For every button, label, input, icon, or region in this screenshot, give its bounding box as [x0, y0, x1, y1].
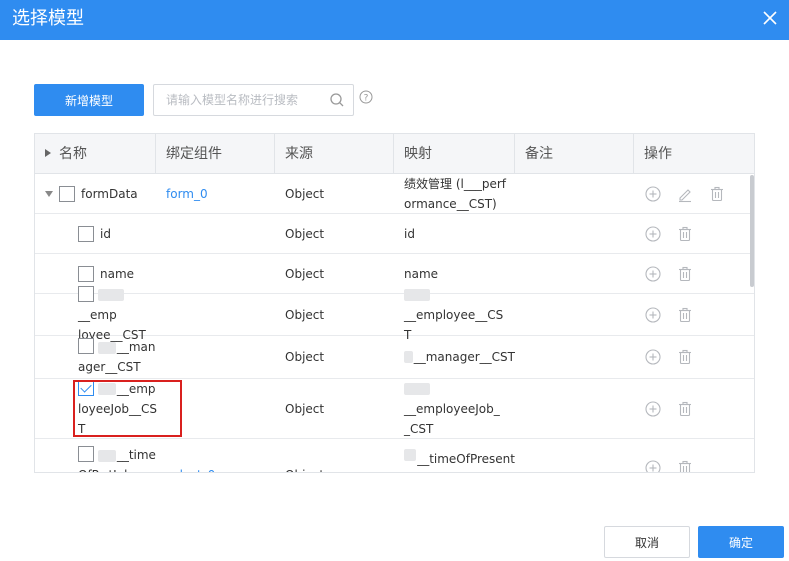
delete-icon[interactable]: [676, 265, 694, 283]
row-source: Object: [285, 465, 324, 472]
masked-text: [97, 341, 116, 354]
header-remark: 备注: [515, 134, 634, 174]
delete-icon[interactable]: [676, 400, 694, 418]
highlight-box: [73, 380, 182, 437]
row-mapping: 绩效管理 (l___perf: [404, 176, 506, 191]
add-icon[interactable]: [644, 400, 662, 418]
row-source: Object: [285, 350, 325, 364]
header-component: 绑定组件: [156, 134, 275, 174]
row-name: OfP...tJob: [78, 465, 156, 472]
table-row: id Object id: [35, 214, 754, 254]
row-mapping: __employeeJob_: [404, 401, 500, 416]
header-mapping: 映射: [394, 134, 515, 174]
add-icon[interactable]: [644, 185, 662, 203]
confirm-button[interactable]: 确定: [698, 526, 784, 558]
row-mapping: name: [404, 266, 439, 281]
dialog-titlebar: 选择模型: [0, 0, 789, 40]
masked-text: [97, 289, 124, 301]
row-name: formData: [81, 186, 138, 201]
add-icon[interactable]: [644, 459, 662, 473]
masked-text: [97, 449, 116, 462]
delete-icon[interactable]: [676, 225, 694, 243]
row-name: name: [100, 266, 135, 281]
row-checkbox[interactable]: [78, 265, 94, 282]
delete-icon[interactable]: [708, 185, 726, 203]
row-name: __time: [116, 448, 156, 462]
table-row: formData form_0 Object 绩效管理 (l___perf or…: [35, 174, 754, 214]
header-name[interactable]: 名称: [35, 134, 156, 174]
cancel-button[interactable]: 取消: [604, 526, 690, 558]
row-checkbox[interactable]: [78, 338, 94, 354]
row-mapping: __manager__CST: [413, 350, 515, 364]
row-checkbox[interactable]: [78, 285, 94, 302]
masked-text: [404, 383, 430, 395]
component-link[interactable]: select_0: [166, 465, 215, 472]
search-box[interactable]: [153, 84, 354, 116]
row-checkbox[interactable]: [78, 446, 94, 462]
row-checkbox[interactable]: [59, 185, 75, 202]
masked-text: [404, 449, 417, 461]
search-icon[interactable]: [329, 92, 345, 108]
row-source: Object: [285, 401, 325, 416]
table-header: 名称 绑定组件 来源 映射 备注 操作: [35, 134, 754, 174]
edit-icon[interactable]: [676, 185, 694, 203]
close-icon[interactable]: [761, 9, 779, 27]
table-row: __emp loyee__CST Object __employee__CS T: [35, 285, 754, 342]
header-actions: 操作: [644, 146, 672, 162]
row-mapping: _CST: [404, 421, 434, 436]
search-input[interactable]: [154, 85, 324, 115]
table-row: __man ager__CST Object __manager__CST: [35, 336, 754, 379]
row-source: Object: [285, 307, 325, 322]
add-icon[interactable]: [644, 306, 662, 324]
help-icon[interactable]: ?: [359, 90, 373, 104]
masked-text: [404, 289, 430, 301]
collapse-all-icon[interactable]: [45, 149, 51, 157]
delete-icon[interactable]: [676, 348, 694, 366]
component-link[interactable]: form_0: [166, 184, 208, 204]
add-icon[interactable]: [644, 265, 662, 283]
table-scrollbar[interactable]: [750, 175, 754, 287]
delete-icon[interactable]: [676, 459, 694, 473]
svg-text:?: ?: [364, 94, 369, 104]
row-mapping: ormance__CST): [404, 196, 497, 211]
row-source: Object: [285, 186, 325, 201]
delete-icon[interactable]: [676, 306, 694, 324]
row-name: __man: [116, 340, 156, 354]
add-model-button[interactable]: 新增模型: [34, 84, 144, 116]
row-checkbox[interactable]: [78, 225, 94, 242]
add-icon[interactable]: [644, 348, 662, 366]
row-name: id: [100, 226, 111, 241]
row-source: Object: [285, 226, 325, 241]
table-row: __time OfP...tJob select_0 Object __time…: [35, 439, 754, 473]
row-source: Object: [285, 266, 325, 281]
row-name: __emp: [78, 307, 117, 322]
add-icon[interactable]: [644, 225, 662, 243]
row-mapping: __employee__CS: [404, 307, 504, 322]
masked-text: [404, 351, 413, 363]
row-name: ager__CST: [78, 360, 141, 374]
row-mapping: __timeOfPresent: [417, 452, 515, 466]
row-mapping: id: [404, 226, 415, 241]
header-source: 来源: [275, 134, 394, 174]
dialog-title: 选择模型: [12, 8, 84, 29]
expand-icon[interactable]: [45, 190, 53, 197]
